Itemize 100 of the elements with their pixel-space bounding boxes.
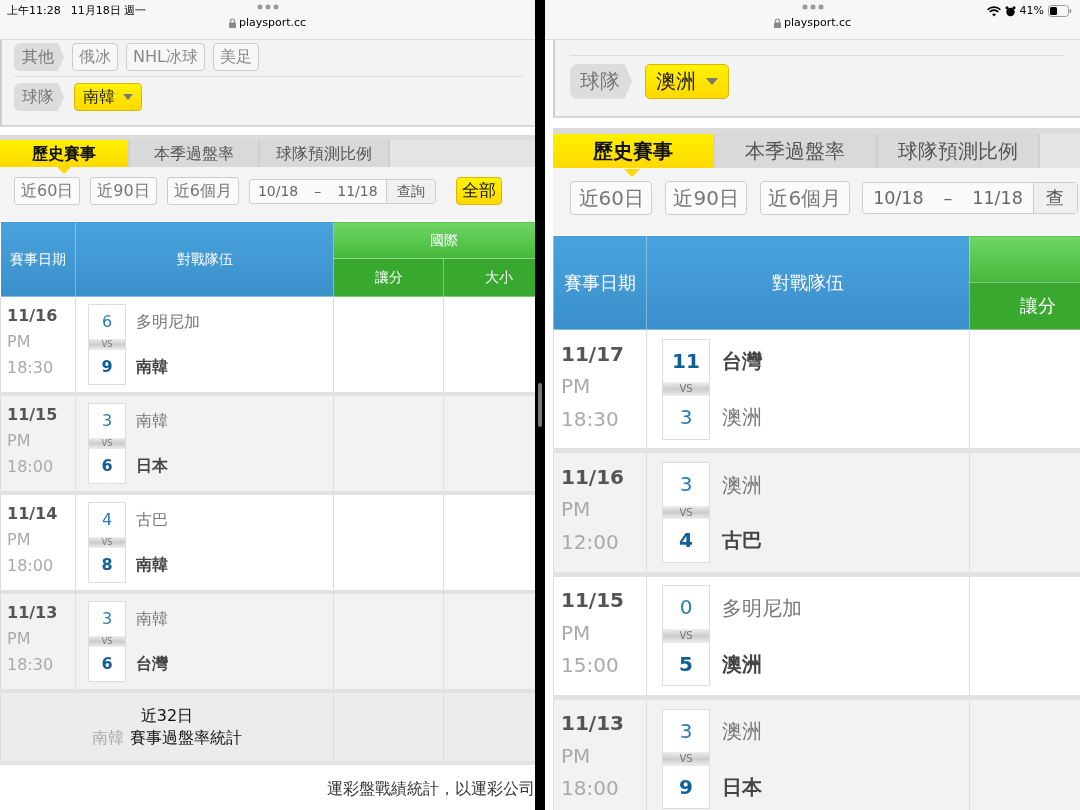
match-date: 11/13	[561, 710, 625, 738]
range-button[interactable]: 近60日	[570, 180, 653, 216]
split-handle[interactable]	[538, 383, 542, 427]
versus-label: VS	[89, 636, 125, 647]
match-date: 11/14	[7, 503, 59, 525]
battery-percent: 41%	[1019, 3, 1044, 19]
team-dropdown[interactable]: 南韓	[74, 83, 142, 111]
match-time: 18:00	[7, 456, 55, 478]
battery-icon	[1048, 5, 1072, 18]
team-name: 南韓	[136, 554, 168, 576]
match-date: 11/13	[7, 602, 59, 624]
team-name: 日本	[722, 773, 763, 801]
date-separator: –	[942, 186, 954, 210]
filter-label: 球隊	[14, 83, 64, 111]
match-period: PM	[561, 742, 592, 770]
match-time: 18:00	[561, 775, 620, 803]
range-button[interactable]: 近90日	[90, 177, 157, 205]
versus-label: VS	[89, 339, 125, 350]
team-name: 台灣	[722, 348, 763, 376]
date-to: 11/18	[971, 186, 1024, 210]
status-date: 11月18日 週一	[70, 4, 147, 17]
status-time: 上午11:28	[7, 4, 61, 17]
team-name: 澳洲	[722, 650, 764, 678]
league-chip[interactable]: NHL冰球	[126, 43, 205, 71]
filter-label: 球隊	[569, 63, 632, 99]
team-dropdown[interactable]: 澳洲	[644, 64, 729, 99]
url-text[interactable]: playsport.cc	[783, 15, 852, 32]
alarm-icon	[1004, 5, 1016, 17]
match-date: 11/17	[561, 340, 625, 368]
query-button[interactable]: 查	[1032, 183, 1077, 213]
team-score: 5	[679, 650, 693, 678]
query-button[interactable]: 查詢	[385, 179, 435, 203]
lock-icon	[773, 18, 781, 29]
team-name: 南韓	[136, 356, 169, 378]
match-period: PM	[7, 529, 32, 551]
url-text[interactable]: playsport.cc	[238, 15, 307, 32]
match-period: PM	[7, 331, 32, 353]
versus-label: VS	[663, 628, 709, 643]
footer-note: 運彩盤戰績統計，以運彩公司	[326, 778, 535, 800]
team-name: 南韓	[136, 608, 168, 630]
match-time: 18:00	[7, 555, 55, 577]
column-header: 對戰隊伍	[75, 221, 334, 297]
match-period: PM	[561, 619, 592, 647]
column-header: 讓分	[969, 282, 1080, 330]
date-range-field[interactable]: 10/18 – 11/18 查	[862, 182, 1078, 214]
match-time: 15:00	[561, 652, 620, 679]
team-score: 9	[679, 773, 693, 801]
team-score: 8	[101, 554, 113, 576]
match-date: 11/16	[7, 305, 59, 327]
team-name: 澳洲	[722, 404, 763, 431]
league-chip[interactable]: 美足	[212, 43, 259, 71]
versus-label: VS	[89, 438, 125, 449]
team-name: 台灣	[136, 653, 168, 675]
match-time: 18:30	[561, 405, 620, 433]
column-header: 讓分	[333, 258, 444, 297]
team-score: 9	[101, 356, 113, 378]
date-from: 10/18	[872, 186, 925, 210]
range-button[interactable]: 近60日	[14, 177, 81, 205]
team-name: 多明尼加	[722, 594, 803, 622]
match-period: PM	[7, 430, 32, 452]
team-score: 11	[672, 347, 700, 375]
team-score: 6	[101, 653, 113, 675]
team-score: 3	[679, 471, 693, 498]
match-date: 11/15	[561, 587, 625, 614]
match-time: 18:30	[7, 357, 55, 379]
all-button[interactable]: 全部	[455, 177, 502, 205]
range-button[interactable]: 近6個月	[166, 177, 239, 205]
summary-team: 南韓	[92, 728, 124, 747]
tab[interactable]: 本季過盤率	[130, 140, 260, 167]
date-to: 11/18	[336, 181, 379, 201]
range-button[interactable]: 近6個月	[759, 180, 850, 216]
match-period: PM	[561, 373, 592, 400]
versus-label: VS	[663, 382, 709, 396]
caret-icon	[705, 77, 718, 85]
team-score: 4	[101, 509, 113, 531]
summary-label: 賽事過盤率統計	[130, 728, 242, 747]
league-chip[interactable]: 俄冰	[72, 43, 118, 71]
tab[interactable]: 球隊預測比例	[260, 140, 390, 167]
team-name: 澳洲	[722, 471, 763, 499]
lock-icon	[228, 18, 236, 29]
tab[interactable]: 本季過盤率	[715, 134, 878, 169]
match-date: 11/16	[561, 463, 625, 491]
column-header: 賽事日期	[0, 221, 76, 297]
team-name: 澳洲	[722, 718, 763, 745]
tab[interactable]: 球隊預測比例	[877, 134, 1040, 169]
team-name: 日本	[136, 455, 168, 477]
column-header: 大小	[443, 258, 535, 297]
team-score: 4	[679, 527, 693, 555]
team-score: 3	[679, 717, 693, 745]
team-name: 多明尼加	[136, 311, 200, 333]
versus-label: VS	[89, 537, 125, 548]
team-name: 南韓	[136, 410, 168, 432]
team-score: 3	[101, 410, 113, 432]
date-range-field[interactable]: 10/18 – 11/18 查詢	[248, 178, 436, 204]
range-button[interactable]: 近90日	[664, 180, 748, 216]
match-time: 18:30	[7, 654, 55, 676]
summary-period: 近32日	[139, 705, 195, 727]
wifi-icon	[986, 5, 1001, 17]
column-group-header: 國際	[333, 221, 535, 259]
team-score: 0	[679, 594, 693, 622]
